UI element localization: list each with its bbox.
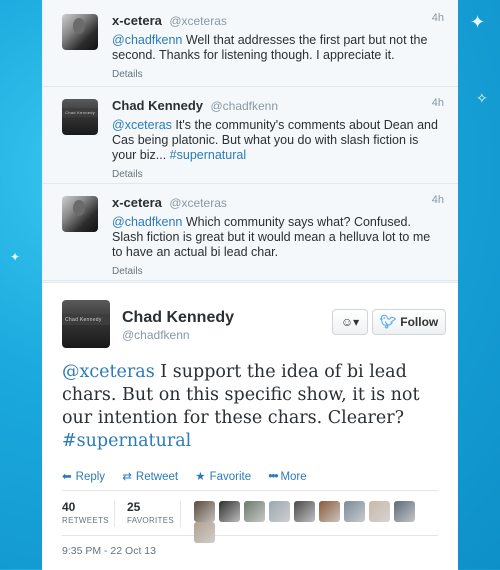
divider xyxy=(114,501,115,527)
follow-button[interactable]: 🐦︎ Follow xyxy=(372,309,446,335)
reply-button[interactable]: ⬅ Reply xyxy=(62,471,105,483)
tweet-timestamp[interactable]: 9:35 PM - 22 Oct 13 xyxy=(62,545,156,557)
tweet-text: @xceteras It's the community's comments … xyxy=(112,118,438,162)
retweets-stat[interactable]: 40 RETWEETS xyxy=(62,500,109,525)
retweet-button[interactable]: ⇄ Retweet xyxy=(122,471,178,483)
divider xyxy=(180,501,181,527)
details-link[interactable]: Details xyxy=(112,69,444,80)
user-actions-dropdown[interactable]: ☺▾ xyxy=(332,309,368,335)
tweet-time[interactable]: 4h xyxy=(432,12,444,24)
tweet-author-name[interactable]: x-cetera xyxy=(112,13,162,28)
details-link[interactable]: Details xyxy=(112,266,444,277)
tweet-author-handle[interactable]: @xceteras xyxy=(169,196,227,210)
more-icon: ••• xyxy=(268,471,278,483)
tweet-item[interactable]: x-cetera @xceteras 4h @chadfkenn Which c… xyxy=(42,184,458,281)
star-icon: ★ xyxy=(195,471,206,483)
favoriter-avatar[interactable] xyxy=(319,501,340,522)
favorites-label: FAVORITES xyxy=(127,516,175,525)
tweet-time[interactable]: 4h xyxy=(432,97,444,109)
avatar[interactable]: Chad Kennedy xyxy=(62,300,110,348)
user-icon: ☺ xyxy=(340,315,354,329)
tweet-author-handle[interactable]: @chadfkenn xyxy=(210,99,278,113)
tweet-time[interactable]: 4h xyxy=(432,194,444,206)
favoriter-avatar[interactable] xyxy=(294,501,315,522)
tweet-item[interactable]: Chad Kennedy Chad Kennedy @chadfkenn 4h … xyxy=(42,87,458,184)
favoriter-avatar[interactable] xyxy=(194,522,215,543)
favoriter-avatar[interactable] xyxy=(219,501,240,522)
favoriter-avatar[interactable] xyxy=(269,501,290,522)
favoriters-list xyxy=(194,501,438,543)
reply-icon: ⬅ xyxy=(62,471,72,483)
favoriter-avatar[interactable] xyxy=(244,501,265,522)
tweet-text: @xceteras I support the idea of bi lead … xyxy=(62,362,420,451)
expanded-tweet: Chad Kennedy Chad Kennedy @chadfkenn ☺▾ … xyxy=(42,282,458,570)
tweet-author-handle[interactable]: @chadfkenn xyxy=(122,328,190,342)
tweet-author-name[interactable]: Chad Kennedy xyxy=(112,98,203,113)
avatar[interactable] xyxy=(62,196,98,232)
favoriter-avatar[interactable] xyxy=(194,501,215,522)
sparkle-decoration: ✧ xyxy=(476,90,488,106)
tweet-actions: ⬅ Reply ⇄ Retweet ★ Favorite ••• More xyxy=(62,469,442,483)
mention-link[interactable]: @xceteras xyxy=(112,118,172,132)
tweet-item[interactable]: x-cetera @xceteras 4h @chadfkenn Well th… xyxy=(42,0,458,87)
favoriter-avatar[interactable] xyxy=(344,501,365,522)
favoriter-avatar[interactable] xyxy=(369,501,390,522)
hashtag-link[interactable]: #supernatural xyxy=(170,148,246,162)
sparkle-decoration: ✦ xyxy=(10,250,21,264)
tweet-author-name[interactable]: x-cetera xyxy=(112,195,162,210)
hashtag-link[interactable]: #supernatural xyxy=(62,431,191,451)
twitter-bird-icon: 🐦︎ xyxy=(379,314,397,329)
avatar[interactable]: Chad Kennedy xyxy=(62,99,98,135)
retweets-label: RETWEETS xyxy=(62,516,109,525)
more-button[interactable]: ••• More xyxy=(268,471,306,483)
tweet-text: @chadfkenn Which community says what? Co… xyxy=(112,215,431,259)
tweet-author-handle[interactable]: @xceteras xyxy=(169,14,227,28)
retweet-icon: ⇄ xyxy=(122,471,132,483)
tweet-text: @chadfkenn Well that addresses the first… xyxy=(112,33,428,62)
favorites-stat[interactable]: 25 FAVORITES xyxy=(127,500,174,525)
mention-link[interactable]: @chadfkenn xyxy=(112,33,182,47)
tweet-stats: 40 RETWEETS 25 FAVORITES xyxy=(62,490,438,543)
retweets-count: 40 xyxy=(62,500,76,514)
avatar[interactable] xyxy=(62,14,98,50)
favorites-count: 25 xyxy=(127,500,141,514)
mention-link[interactable]: @chadfkenn xyxy=(112,215,182,229)
conversation-timeline: x-cetera @xceteras 4h @chadfkenn Well th… xyxy=(42,0,458,570)
favoriter-avatar[interactable] xyxy=(394,501,415,522)
favorite-button[interactable]: ★ Favorite xyxy=(195,471,251,483)
sparkle-decoration: ✦ xyxy=(470,12,486,32)
details-link[interactable]: Details xyxy=(112,169,444,180)
tweet-author-name[interactable]: Chad Kennedy xyxy=(122,309,234,327)
mention-link[interactable]: @xceteras xyxy=(62,362,155,382)
